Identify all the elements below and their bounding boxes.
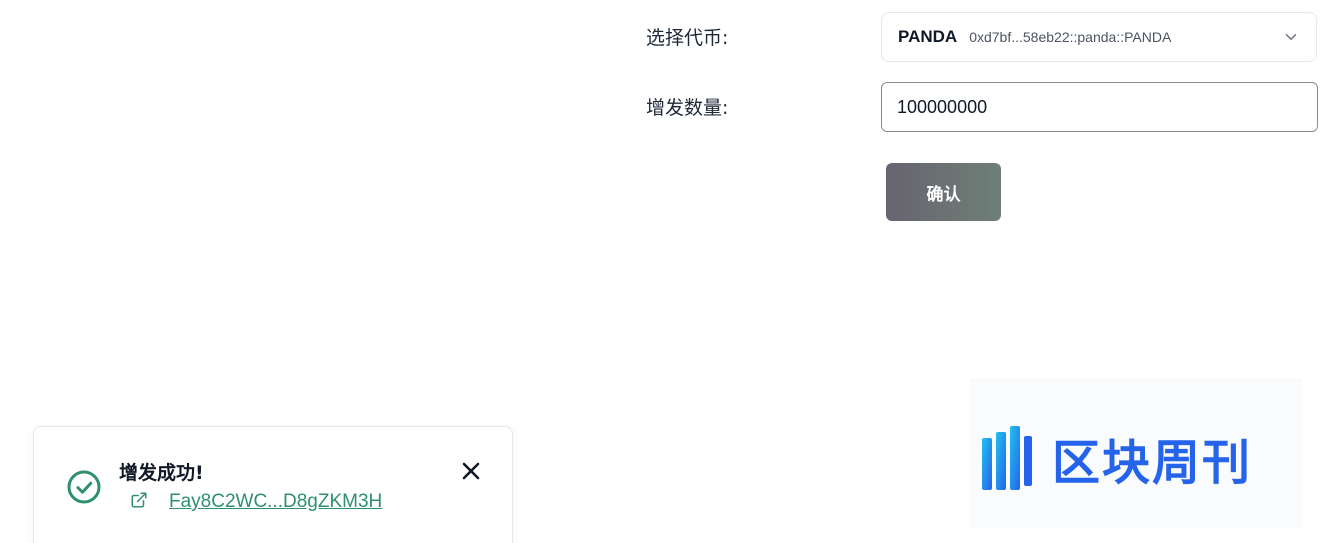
success-toast: 增发成功! Fay8C2WC...D8gZKM3H xyxy=(33,426,513,543)
chevron-down-icon xyxy=(1285,34,1297,40)
watermark-logo-icon xyxy=(982,426,1032,490)
page: 选择代币: PANDA 0xd7bf...58eb22::panda::PAND… xyxy=(0,0,1322,543)
token-select[interactable]: PANDA 0xd7bf...58eb22::panda::PANDA xyxy=(881,12,1317,62)
check-circle-icon xyxy=(67,470,101,504)
token-select-label: 选择代币: xyxy=(646,27,729,49)
token-symbol: PANDA xyxy=(898,27,958,46)
transaction-link[interactable]: Fay8C2WC...D8gZKM3H xyxy=(169,490,382,514)
confirm-button[interactable]: 确认 xyxy=(886,163,1001,221)
watermark-text: 区块周刊 xyxy=(1052,435,1253,491)
external-link-icon[interactable] xyxy=(130,491,148,509)
toast-title: 增发成功! xyxy=(119,462,204,484)
token-address: 0xd7bf...58eb22::panda::PANDA xyxy=(969,29,1172,45)
amount-label: 增发数量: xyxy=(646,97,729,119)
amount-input[interactable] xyxy=(881,82,1318,132)
watermark: 区块周刊 xyxy=(970,378,1302,528)
close-icon[interactable] xyxy=(459,459,483,483)
